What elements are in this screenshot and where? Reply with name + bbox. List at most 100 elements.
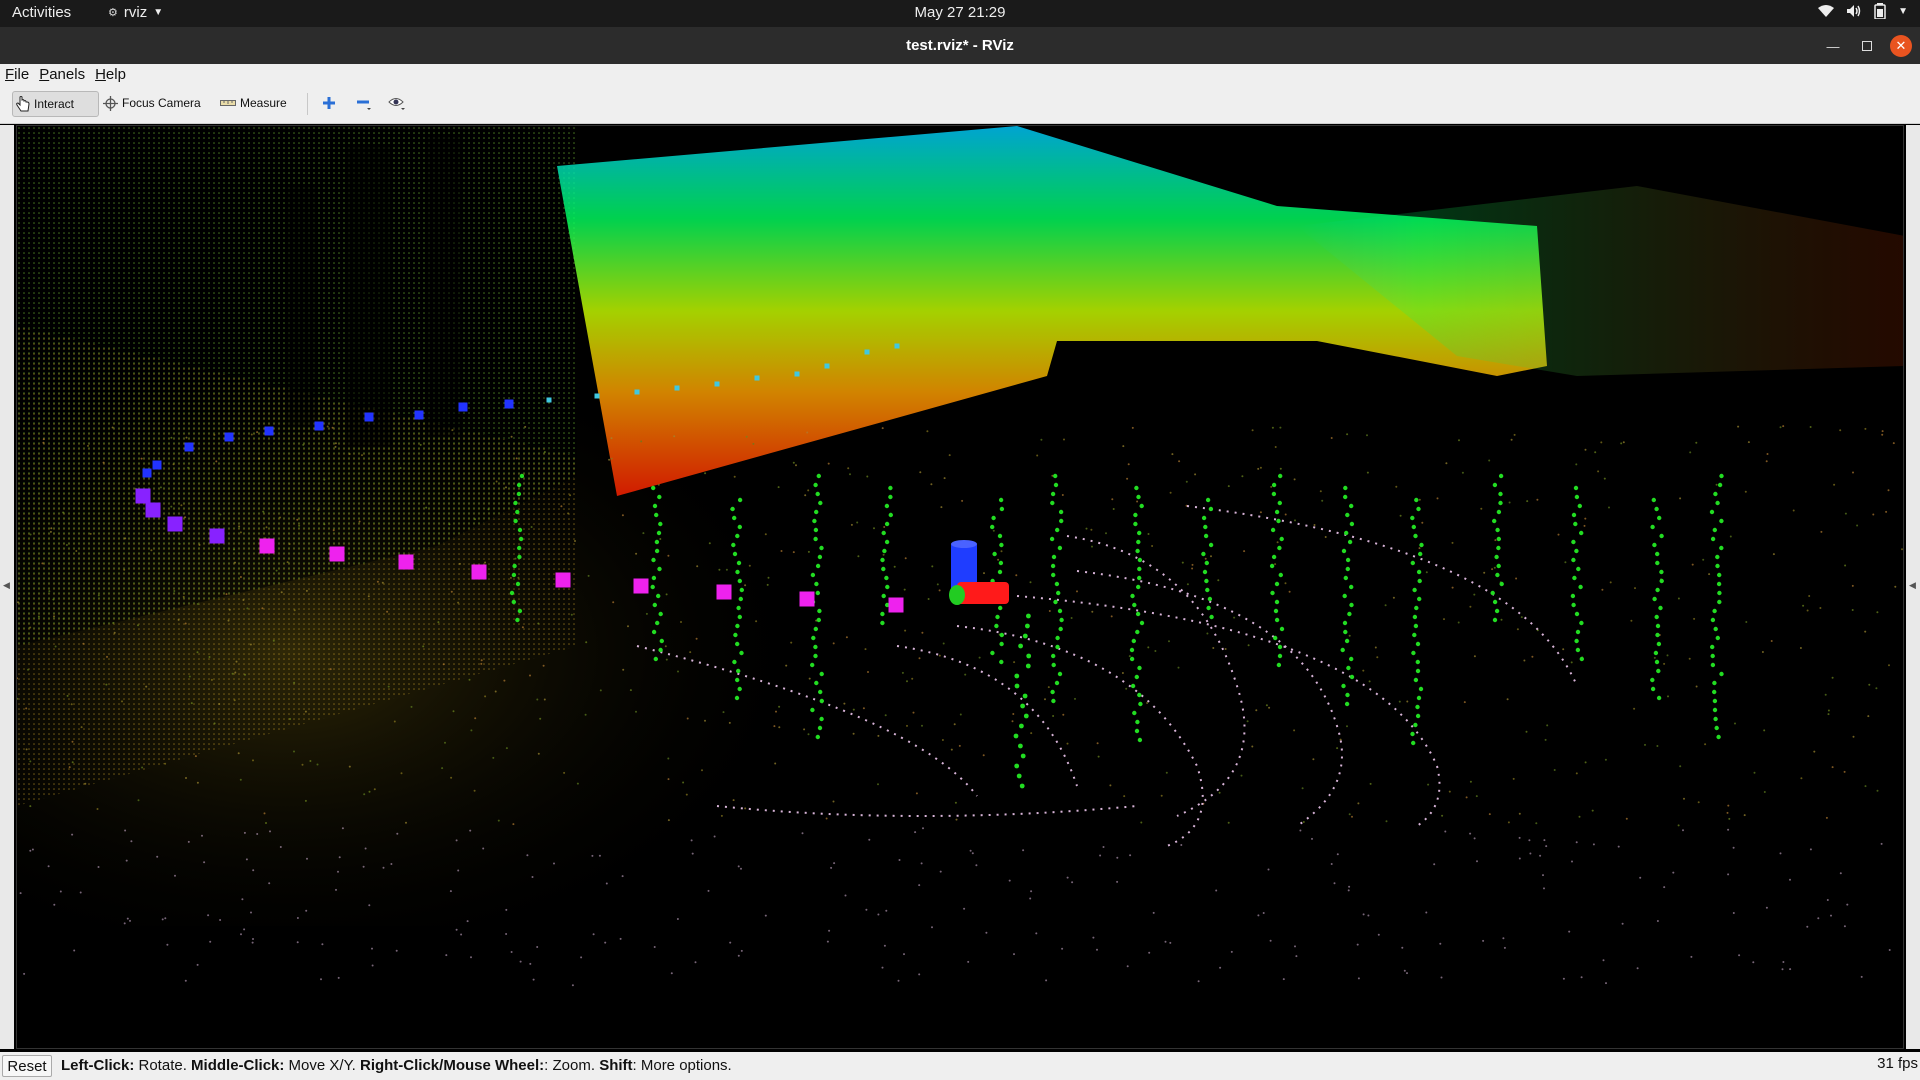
add-tool-button[interactable] — [322, 91, 336, 115]
floor-point — [1421, 521, 1424, 524]
floor-point — [744, 584, 747, 587]
floor-point — [1284, 513, 1287, 516]
floor-point — [1096, 742, 1099, 745]
feature-point — [1655, 587, 1660, 593]
feature-point — [735, 623, 740, 629]
floor-point — [234, 561, 236, 564]
floor-point — [334, 445, 337, 448]
floor-point — [1620, 442, 1623, 445]
feature-point — [658, 611, 663, 617]
focus-crosshair-icon — [103, 95, 118, 111]
floor-point — [1217, 579, 1220, 582]
floor-point — [1535, 822, 1538, 825]
feature-point — [1345, 566, 1351, 572]
floor-point — [978, 656, 981, 659]
floor-point — [510, 951, 513, 953]
floor-point — [1568, 930, 1571, 933]
wifi-icon[interactable] — [1818, 4, 1835, 18]
floor-point — [1473, 837, 1476, 840]
clock[interactable]: May 27 21:29 — [915, 4, 1006, 21]
feature-point — [654, 548, 660, 554]
floor-point — [653, 946, 656, 948]
feature-point — [1136, 494, 1141, 500]
floor-point — [1605, 982, 1607, 985]
floor-point — [1583, 524, 1586, 527]
floor-point — [332, 529, 335, 532]
close-button[interactable]: ✕ — [1890, 35, 1912, 57]
floor-point — [289, 718, 292, 720]
system-menu-caret-icon[interactable]: ▼ — [1898, 6, 1908, 17]
floor-point — [670, 972, 673, 975]
feature-point — [1347, 611, 1352, 617]
floor-point — [298, 524, 301, 527]
feature-point — [730, 506, 735, 512]
app-menu[interactable]: ⚙ rviz ▼ — [108, 4, 163, 21]
floor-point — [517, 576, 520, 579]
system-tray[interactable]: ▼ — [1818, 3, 1908, 19]
floor-point — [261, 607, 264, 610]
floor-point — [1667, 695, 1669, 698]
floor-point — [445, 954, 448, 957]
volume-icon[interactable] — [1846, 4, 1862, 18]
feature-point — [811, 635, 816, 641]
floor-point — [1374, 646, 1377, 649]
floor-point — [156, 855, 159, 858]
floor-point — [218, 703, 221, 705]
floor-point — [542, 664, 545, 667]
menu-file-mnemonic: F — [5, 66, 15, 83]
feature-point — [1416, 569, 1422, 575]
menu-help[interactable]: Help — [90, 64, 131, 85]
floor-point — [215, 460, 218, 463]
feature-point — [519, 473, 525, 479]
floor-point — [466, 920, 469, 923]
floor-point — [1770, 640, 1773, 642]
right-dock-handle[interactable]: ◀ — [1906, 125, 1920, 1049]
floor-point — [487, 508, 490, 511]
floor-point — [806, 431, 809, 434]
floor-point — [1763, 729, 1766, 732]
ruler-icon — [220, 99, 236, 107]
feature-point — [1494, 554, 1499, 560]
feature-point — [1652, 542, 1657, 548]
floor-point — [505, 486, 507, 489]
floor-point — [912, 711, 915, 714]
feature-point — [1415, 641, 1421, 647]
view-options-icon — [388, 95, 406, 111]
floor-point — [361, 454, 363, 457]
floor-point — [231, 672, 234, 675]
floor-point — [686, 717, 689, 720]
floor-point — [1427, 783, 1430, 786]
feature-point — [1343, 485, 1348, 491]
floor-point — [53, 615, 55, 618]
minimize-button[interactable]: — — [1822, 35, 1844, 57]
floor-point — [129, 919, 131, 922]
floor-point — [1029, 581, 1032, 584]
floor-point — [337, 870, 339, 873]
reset-button[interactable]: Reset — [2, 1055, 52, 1077]
render-viewport[interactable] — [16, 125, 1904, 1049]
activities-button[interactable]: Activities — [12, 4, 71, 21]
remove-tool-button[interactable] — [356, 91, 372, 115]
battery-icon[interactable] — [1874, 3, 1886, 19]
floor-point — [1346, 725, 1348, 728]
collapse-left-arrow-icon: ◀ — [3, 580, 10, 590]
menu-file[interactable]: File — [0, 64, 34, 85]
maximize-button[interactable] — [1856, 35, 1878, 57]
view-options-button[interactable] — [388, 91, 406, 115]
menu-panels[interactable]: Panels — [34, 64, 90, 85]
left-dock-handle[interactable]: ◀ — [0, 125, 14, 1049]
floor-point — [130, 840, 133, 843]
feature-point — [1719, 671, 1724, 677]
focus-camera-tool-button[interactable]: Focus Camera — [103, 91, 201, 115]
help-key: Left-Click: — [61, 1057, 135, 1074]
floor-point — [983, 572, 985, 575]
feature-point — [652, 602, 657, 608]
floor-point — [71, 761, 74, 764]
floor-point — [961, 499, 964, 502]
interact-tool-button[interactable]: Interact — [12, 91, 99, 117]
feature-point — [1135, 719, 1140, 725]
measure-tool-button[interactable]: Measure — [220, 91, 287, 115]
floor-point — [920, 862, 923, 865]
floor-point — [777, 486, 780, 489]
floor-point — [227, 619, 230, 622]
